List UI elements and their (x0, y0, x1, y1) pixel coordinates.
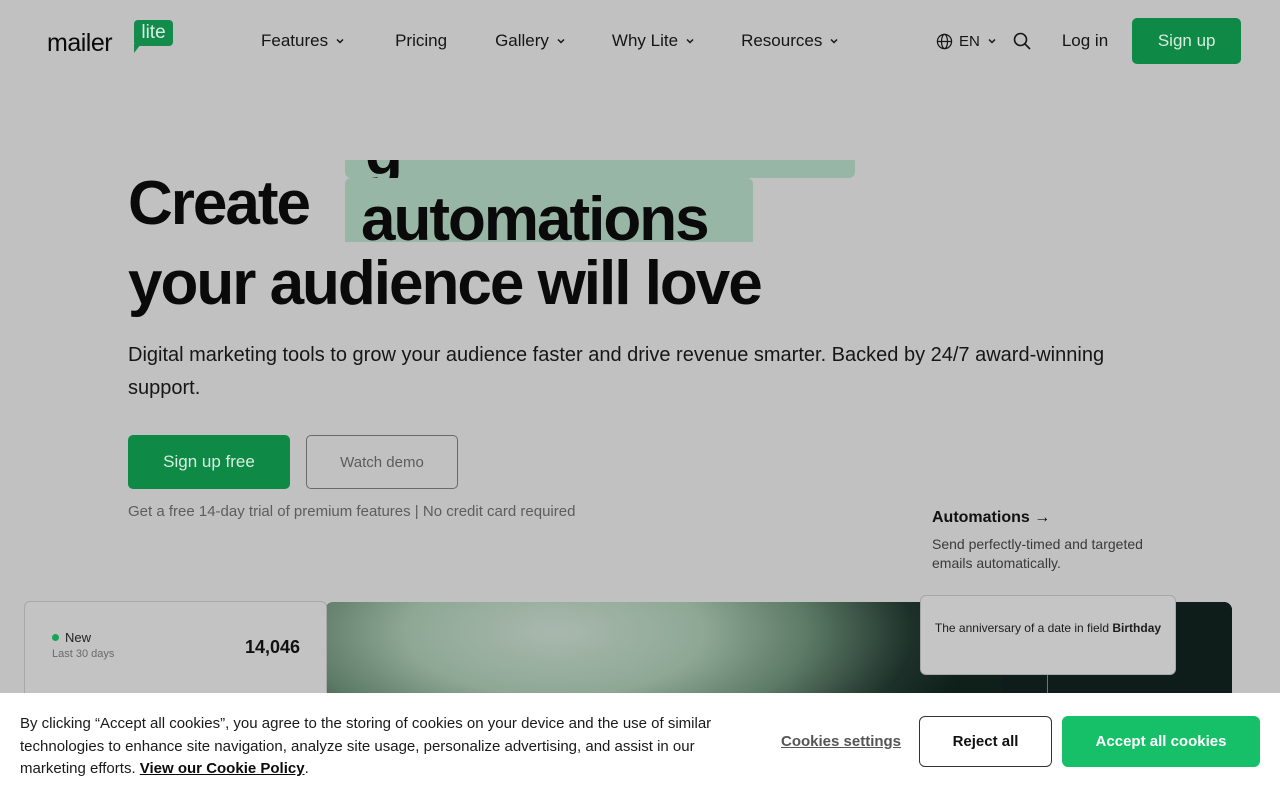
trigger-text: The anniversary of a date in field (934, 621, 1110, 635)
nav-pricing-label: Pricing (395, 31, 448, 50)
rotating-word-previous: g (345, 160, 855, 178)
stat-period: Last 30 days (52, 648, 115, 660)
nav-features-label: Features (261, 31, 329, 50)
main-nav: Features Pricing Gallery Why Lite Resour… (261, 28, 839, 54)
nav-why-lite[interactable]: Why Lite (612, 28, 695, 54)
accept-all-cookies-button[interactable]: Accept all cookies (1062, 716, 1260, 767)
chevron-down-icon (336, 38, 344, 44)
header-actions: EN Log in Sign up (936, 18, 1242, 64)
search-icon[interactable] (1012, 31, 1032, 51)
nav-resources[interactable]: Resources (741, 28, 839, 54)
nav-pricing[interactable]: Pricing (395, 28, 447, 54)
nav-features[interactable]: Features (261, 28, 345, 54)
automation-trigger-card: The anniversary of a date in field Birth… (920, 595, 1176, 675)
chevron-down-icon (557, 38, 565, 44)
chevron-down-icon (686, 38, 694, 44)
rotating-word-previous-text: g (365, 160, 403, 178)
chevron-down-icon (988, 38, 996, 44)
stat-label: New (65, 630, 92, 645)
hero-title-prefix: Create (128, 169, 311, 238)
globe-icon (936, 33, 953, 49)
nav-resources-label: Resources (741, 31, 823, 50)
chevron-down-icon (830, 38, 838, 44)
site-header: mailer lite Features Pricing Gallery Why… (0, 0, 1280, 82)
cookie-policy-suffix: . (304, 760, 309, 777)
automations-link[interactable]: Automations → (932, 509, 1050, 527)
language-selector[interactable]: EN (936, 33, 997, 50)
cookies-settings-link[interactable]: Cookies settings (781, 733, 901, 750)
rotating-word: automations (361, 185, 710, 254)
reject-all-button[interactable]: Reject all (919, 716, 1052, 767)
cookie-text: By clicking “Accept all cookies”, you ag… (20, 713, 740, 781)
trigger-field: Birthday (1112, 621, 1162, 635)
signup-button[interactable]: Sign up (1132, 18, 1242, 64)
logo-badge: lite (134, 20, 173, 46)
nav-why-lite-label: Why Lite (611, 31, 679, 50)
status-dot (52, 634, 59, 641)
cookie-message: By clicking “Accept all cookies”, you ag… (20, 715, 712, 777)
nav-gallery-label: Gallery (495, 31, 549, 50)
watch-demo-button[interactable]: Watch demo (306, 435, 458, 489)
signup-free-button[interactable]: Sign up free (128, 435, 290, 489)
language-label: EN (959, 32, 980, 50)
hero-subtitle: Digital marketing tools to grow your aud… (128, 344, 1105, 399)
logo-badge-tail (134, 44, 141, 53)
logo-wordmark: mailer (47, 29, 113, 57)
nav-gallery[interactable]: Gallery (495, 28, 566, 54)
automations-description: Send perfectly-timed and targeted emails… (932, 536, 1143, 571)
cookie-policy-link[interactable]: View our Cookie Policy (140, 760, 305, 777)
mailerlite-logo[interactable]: mailer lite (47, 20, 177, 57)
hero-title-line2: your audience will love (128, 249, 763, 318)
cookie-banner: By clicking “Accept all cookies”, you ag… (0, 693, 1280, 800)
login-link[interactable]: Log in (1062, 31, 1108, 51)
rotating-word-highlight: automations (345, 178, 753, 254)
stat-value: 14,046 (244, 637, 300, 657)
trial-note: Get a free 14-day trial of premium featu… (128, 503, 576, 520)
